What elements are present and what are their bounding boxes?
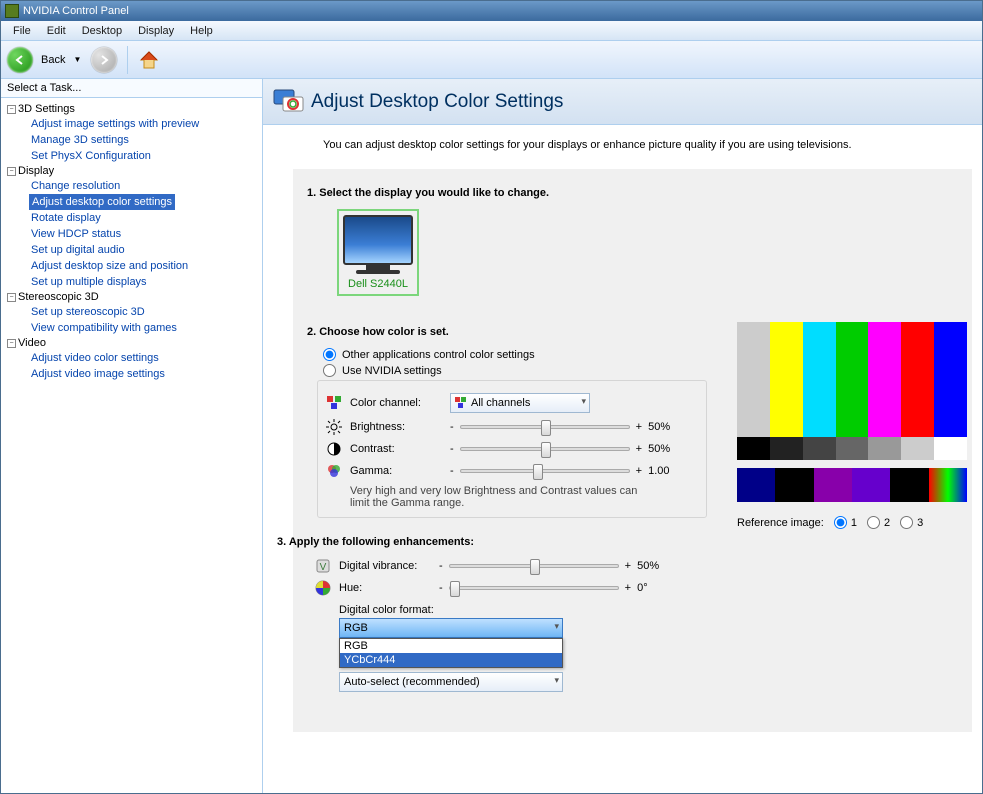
dcf-combo[interactable]: RGB — [339, 618, 563, 638]
tree-item[interactable]: Set PhysX Configuration — [29, 148, 153, 164]
step1-title: 1. Select the display you would like to … — [307, 187, 958, 199]
menu-help[interactable]: Help — [182, 23, 221, 39]
color-channel-label: Color channel: — [350, 397, 442, 409]
menubar: File Edit Desktop Display Help — [1, 21, 982, 41]
tree-item[interactable]: Adjust video image settings — [29, 366, 167, 382]
toolbar: Back ▼ — [1, 41, 982, 79]
contrast-value: 50% — [648, 443, 688, 455]
vibrance-slider[interactable] — [449, 564, 619, 568]
tree-item[interactable]: Set up multiple displays — [29, 274, 149, 290]
collapse-icon[interactable]: − — [7, 293, 16, 302]
home-button[interactable] — [138, 49, 160, 71]
dcf-dropdown-list[interactable]: RGB YCbCr444 — [339, 638, 563, 668]
tree-item[interactable]: Rotate display — [29, 210, 103, 226]
tree-group-3d[interactable]: −3D Settings — [3, 102, 260, 116]
svg-text:V: V — [320, 562, 327, 573]
tree-item[interactable]: Set up stereoscopic 3D — [29, 304, 147, 320]
display-name-label: Dell S2440L — [343, 278, 413, 290]
tree-item[interactable]: Adjust desktop size and position — [29, 258, 190, 274]
page-description: You can adjust desktop color settings fo… — [263, 125, 982, 161]
window-title: NVIDIA Control Panel — [23, 5, 129, 17]
tree-group-stereo[interactable]: −Stereoscopic 3D — [3, 290, 260, 304]
back-button[interactable] — [7, 47, 33, 73]
tree-group-display[interactable]: −Display — [3, 164, 260, 178]
radio-nvidia[interactable] — [323, 364, 336, 377]
forward-button[interactable] — [91, 47, 117, 73]
ref-image-label: Reference image: — [737, 517, 824, 529]
gamma-slider[interactable] — [460, 469, 630, 473]
contrast-icon — [326, 441, 342, 457]
menu-edit[interactable]: Edit — [39, 23, 74, 39]
vibrance-value: 50% — [637, 560, 677, 572]
tree-item[interactable]: Adjust video color settings — [29, 350, 161, 366]
menu-desktop[interactable]: Desktop — [74, 23, 130, 39]
gamma-value: 1.00 — [648, 465, 688, 477]
brightness-icon — [326, 419, 342, 435]
tree-item[interactable]: Set up digital audio — [29, 242, 127, 258]
nvidia-icon — [5, 4, 19, 18]
content-pane: Adjust Desktop Color Settings You can ad… — [263, 79, 982, 793]
hue-value: 0° — [637, 582, 677, 594]
back-dropdown[interactable]: ▼ — [73, 55, 81, 64]
tree-item[interactable]: Change resolution — [29, 178, 122, 194]
monitor-icon — [273, 87, 303, 117]
auto-select-combo[interactable]: Auto-select (recommended) — [339, 672, 563, 692]
radio-nvidia-label: Use NVIDIA settings — [342, 365, 442, 377]
step3-title: 3. Apply the following enhancements: — [277, 536, 707, 548]
brightness-slider[interactable] — [460, 425, 630, 429]
back-label: Back — [41, 54, 65, 66]
menu-display[interactable]: Display — [130, 23, 182, 39]
dcf-option-rgb[interactable]: RGB — [340, 639, 562, 653]
ref-radio-2[interactable] — [867, 516, 880, 529]
reference-image — [737, 322, 967, 502]
brightness-value: 50% — [648, 421, 688, 433]
gamma-label: Gamma: — [350, 465, 442, 477]
collapse-icon[interactable]: − — [7, 167, 16, 176]
sidebar-header: Select a Task... — [1, 79, 262, 98]
display-selector[interactable]: Dell S2440L — [337, 209, 419, 296]
vibrance-label: Digital vibrance: — [339, 560, 431, 572]
page-header: Adjust Desktop Color Settings — [263, 79, 982, 125]
color-channel-icon — [326, 395, 342, 411]
dcf-option-ycbcr[interactable]: YCbCr444 — [340, 653, 562, 667]
collapse-icon[interactable]: − — [7, 105, 16, 114]
radio-other-label: Other applications control color setting… — [342, 349, 535, 361]
contrast-label: Contrast: — [350, 443, 442, 455]
contrast-slider[interactable] — [460, 447, 630, 451]
step2-title: 2. Choose how color is set. — [307, 326, 707, 338]
color-settings-group: Color channel: All channels Brightness: … — [317, 380, 707, 518]
toolbar-separator — [127, 46, 128, 74]
sidebar: Select a Task... −3D Settings Adjust ima… — [1, 79, 263, 793]
tree-item[interactable]: Adjust image settings with preview — [29, 116, 201, 132]
gamma-hint: Very high and very low Brightness and Co… — [350, 485, 650, 509]
hue-icon — [315, 580, 331, 596]
ref-radio-3[interactable] — [900, 516, 913, 529]
tree-item[interactable]: View HDCP status — [29, 226, 123, 242]
task-tree: −3D Settings Adjust image settings with … — [1, 98, 262, 793]
collapse-icon[interactable]: − — [7, 339, 16, 348]
monitor-thumb-icon — [343, 215, 413, 265]
titlebar: NVIDIA Control Panel — [1, 1, 982, 21]
palette-icon — [455, 397, 467, 409]
gamma-icon — [326, 463, 342, 479]
tree-group-video[interactable]: −Video — [3, 336, 260, 350]
hue-slider[interactable] — [449, 586, 619, 590]
brightness-label: Brightness: — [350, 421, 442, 433]
tree-item[interactable]: View compatibility with games — [29, 320, 179, 336]
color-channel-combo[interactable]: All channels — [450, 393, 590, 413]
tree-item[interactable]: Manage 3D settings — [29, 132, 131, 148]
dcf-label: Digital color format: — [339, 604, 707, 616]
page-title: Adjust Desktop Color Settings — [311, 91, 563, 113]
tree-item-selected[interactable]: Adjust desktop color settings — [29, 194, 175, 210]
ref-radio-1[interactable] — [834, 516, 847, 529]
hue-label: Hue: — [339, 582, 431, 594]
vibrance-icon: V — [315, 558, 331, 574]
radio-other-apps[interactable] — [323, 348, 336, 361]
menu-file[interactable]: File — [5, 23, 39, 39]
